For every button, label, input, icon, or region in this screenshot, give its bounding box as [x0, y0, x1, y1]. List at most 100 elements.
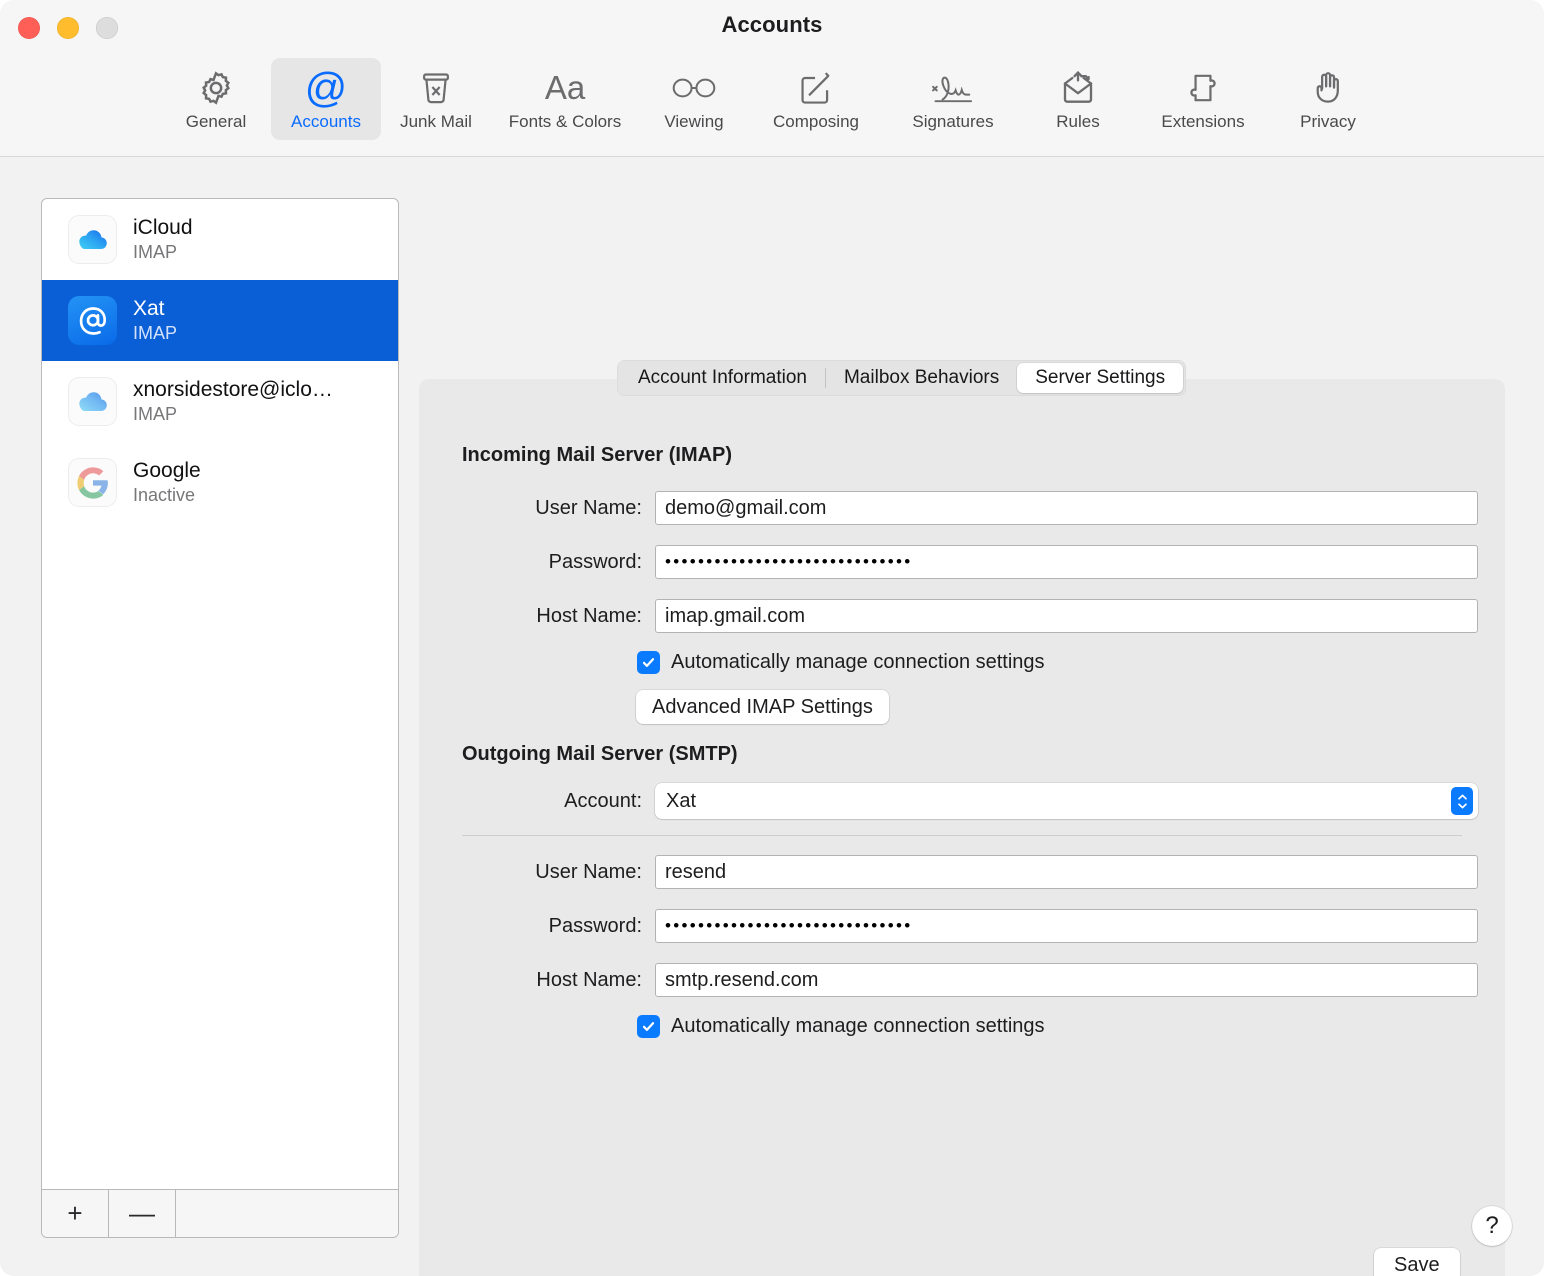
account-text: Google Inactive	[133, 459, 201, 507]
toolbar-item-privacy[interactable]: Privacy	[1273, 58, 1383, 140]
toolbar-item-general[interactable]: General	[161, 58, 271, 140]
google-g-icon	[68, 458, 117, 507]
chevron-up-down-icon	[1451, 787, 1473, 815]
toolbar-item-fonts-colors[interactable]: Aa Fonts & Colors	[491, 58, 639, 140]
add-account-button[interactable]: +	[42, 1190, 109, 1237]
account-name: iCloud	[133, 216, 193, 240]
outgoing-password-input[interactable]: ••••••••••••••••••••••••••••••	[655, 909, 1478, 943]
toolbar-item-accounts[interactable]: @ Accounts	[271, 58, 381, 140]
account-text: xnorsidestore@iclo… IMAP	[133, 378, 333, 426]
outgoing-user-name-label: User Name:	[481, 861, 655, 884]
toolbar-item-label: Signatures	[912, 112, 993, 132]
outgoing-host-name-label: Host Name:	[481, 969, 655, 992]
settings-tab-bar: Account Information Mailbox Behaviors Se…	[617, 360, 1186, 396]
outgoing-account-value: Xat	[666, 790, 1451, 813]
trash-x-icon	[417, 65, 455, 111]
glasses-icon	[671, 65, 717, 111]
toolbar-item-extensions[interactable]: Extensions	[1133, 58, 1273, 140]
account-row-google[interactable]: Google Inactive	[42, 442, 398, 523]
accounts-list: iCloud IMAP Xat IMAP	[42, 199, 398, 1189]
toolbar-item-composing[interactable]: Composing	[749, 58, 883, 140]
toolbar-item-label: Composing	[773, 112, 859, 132]
sidebar-footer-filler	[176, 1190, 398, 1237]
outgoing-password-row: Password: ••••••••••••••••••••••••••••••	[481, 909, 1478, 943]
compose-pen-icon	[797, 65, 835, 111]
toolbar-item-rules[interactable]: Rules	[1023, 58, 1133, 140]
puzzle-icon	[1184, 65, 1222, 111]
toolbar-item-label: Junk Mail	[400, 112, 472, 132]
help-button[interactable]: ?	[1472, 1206, 1512, 1246]
tab-account-information[interactable]: Account Information	[620, 363, 825, 393]
incoming-auto-manage-label: Automatically manage connection settings	[671, 651, 1045, 674]
account-text: iCloud IMAP	[133, 216, 193, 264]
account-type: IMAP	[133, 404, 333, 426]
preferences-body: iCloud IMAP Xat IMAP	[0, 157, 1544, 1276]
preferences-window: Accounts General @ Accounts	[0, 0, 1544, 1276]
outgoing-auto-manage-row[interactable]: Automatically manage connection settings	[637, 1015, 1045, 1038]
outgoing-auto-manage-checkbox[interactable]	[637, 1015, 660, 1038]
hand-icon	[1309, 65, 1347, 111]
tab-server-settings[interactable]: Server Settings	[1017, 363, 1183, 393]
advanced-imap-settings-button[interactable]: Advanced IMAP Settings	[636, 690, 889, 724]
titlebar: Accounts	[0, 0, 1544, 56]
icloud-cloud-icon	[68, 215, 117, 264]
account-settings-panel: Incoming Mail Server (IMAP) User Name: d…	[419, 379, 1505, 1276]
outgoing-user-name-input[interactable]: resend	[655, 855, 1478, 889]
incoming-user-name-input[interactable]: demo@gmail.com	[655, 491, 1478, 525]
account-row-xat[interactable]: Xat IMAP	[42, 280, 398, 361]
remove-account-button[interactable]: —	[109, 1190, 176, 1237]
aa-text-icon: Aa	[545, 65, 585, 111]
account-name: xnorsidestore@iclo…	[133, 378, 333, 402]
incoming-auto-manage-checkbox[interactable]	[637, 651, 660, 674]
incoming-auto-manage-row[interactable]: Automatically manage connection settings	[637, 651, 1045, 674]
toolbar-item-viewing[interactable]: Viewing	[639, 58, 749, 140]
outgoing-section-divider	[462, 835, 1462, 836]
toolbar-item-label: Viewing	[664, 112, 723, 132]
toolbar-item-label: Privacy	[1300, 112, 1356, 132]
outgoing-password-label: Password:	[481, 915, 655, 938]
account-row-xnorsidestore[interactable]: xnorsidestore@iclo… IMAP	[42, 361, 398, 442]
signature-icon	[930, 65, 976, 111]
outgoing-user-name-row: User Name: resend	[481, 855, 1478, 889]
account-text: Xat IMAP	[133, 297, 177, 345]
toolbar-item-label: Extensions	[1161, 112, 1244, 132]
account-name: Xat	[133, 297, 177, 321]
incoming-section-heading: Incoming Mail Server (IMAP)	[462, 444, 732, 467]
icloud-cloud-icon	[68, 377, 117, 426]
incoming-user-name-label: User Name:	[481, 497, 655, 520]
toolbar-item-label: Accounts	[291, 112, 361, 132]
toolbar-item-junk-mail[interactable]: Junk Mail	[381, 58, 491, 140]
gear-icon	[196, 65, 236, 111]
account-type: Inactive	[133, 485, 201, 507]
account-row-icloud[interactable]: iCloud IMAP	[42, 199, 398, 280]
outgoing-section-heading: Outgoing Mail Server (SMTP)	[462, 743, 738, 766]
incoming-password-label: Password:	[481, 551, 655, 574]
at-sign-icon: @	[305, 65, 348, 111]
toolbar-item-label: Fonts & Colors	[509, 112, 621, 132]
incoming-user-name-row: User Name: demo@gmail.com	[481, 491, 1478, 525]
incoming-host-name-input[interactable]: imap.gmail.com	[655, 599, 1478, 633]
accounts-sidebar: iCloud IMAP Xat IMAP	[41, 198, 399, 1238]
outgoing-account-label: Account:	[481, 790, 655, 813]
account-name: Google	[133, 459, 201, 483]
incoming-host-name-row: Host Name: imap.gmail.com	[481, 599, 1478, 633]
incoming-host-name-label: Host Name:	[481, 605, 655, 628]
toolbar-item-label: Rules	[1056, 112, 1099, 132]
outgoing-host-name-input[interactable]: smtp.resend.com	[655, 963, 1478, 997]
at-sign-app-icon	[68, 296, 117, 345]
incoming-password-row: Password: ••••••••••••••••••••••••••••••	[481, 545, 1478, 579]
rules-mail-icon	[1058, 65, 1098, 111]
outgoing-account-select[interactable]: Xat	[655, 783, 1478, 819]
account-type: IMAP	[133, 323, 177, 345]
incoming-password-input[interactable]: ••••••••••••••••••••••••••••••	[655, 545, 1478, 579]
outgoing-account-row: Account: Xat	[481, 783, 1478, 819]
account-type: IMAP	[133, 242, 193, 264]
sidebar-footer: + —	[42, 1189, 398, 1237]
outgoing-auto-manage-label: Automatically manage connection settings	[671, 1015, 1045, 1038]
outgoing-host-name-row: Host Name: smtp.resend.com	[481, 963, 1478, 997]
tab-mailbox-behaviors[interactable]: Mailbox Behaviors	[826, 363, 1017, 393]
window-title: Accounts	[0, 12, 1544, 38]
toolbar-item-label: General	[186, 112, 246, 132]
save-button[interactable]: Save	[1374, 1248, 1460, 1276]
toolbar-item-signatures[interactable]: Signatures	[883, 58, 1023, 140]
